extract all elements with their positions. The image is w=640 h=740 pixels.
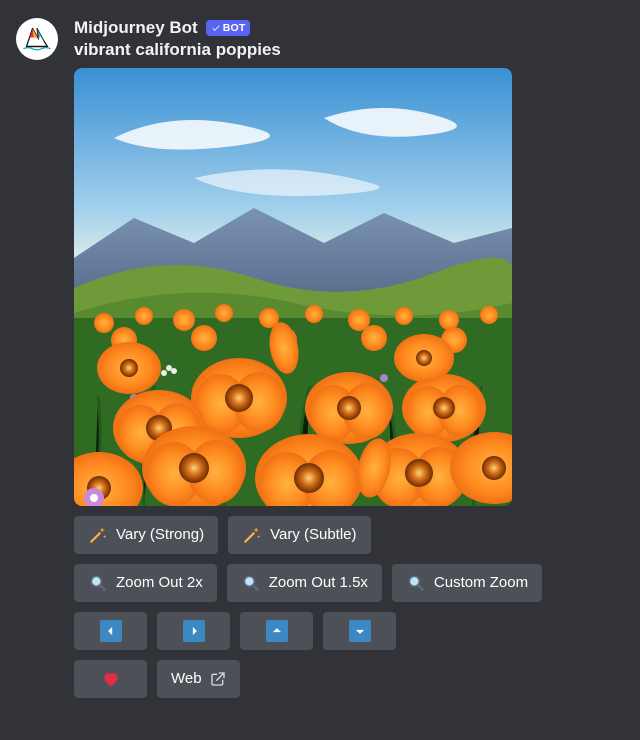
button-row-zoom: Zoom Out 2x Zoom Out 1.5x Custom Zoom [74,564,624,602]
pan-up-button[interactable] [240,612,313,650]
sparkle-wand-icon [242,525,262,545]
message-content: Midjourney Bot BOT vibrant california po… [74,18,624,698]
zoom-out-1-5x-button[interactable]: Zoom Out 1.5x [227,564,382,602]
author-avatar[interactable] [16,18,58,60]
vary-subtle-label: Vary (Subtle) [270,516,356,554]
verified-check-icon [211,23,221,33]
arrow-up-icon [266,620,288,642]
zoom-out-2x-button[interactable]: Zoom Out 2x [74,564,217,602]
button-row-misc: Web [74,660,624,698]
zoom-out-1-5x-label: Zoom Out 1.5x [269,564,368,602]
custom-zoom-label: Custom Zoom [434,564,528,602]
magnifier-icon [241,573,261,593]
pan-down-button[interactable] [323,612,396,650]
author-name[interactable]: Midjourney Bot [74,18,198,38]
arrow-right-icon [183,620,205,642]
magnifier-icon [406,573,426,593]
web-link-button[interactable]: Web [157,660,240,698]
bot-badge: BOT [206,20,251,36]
favorite-button[interactable] [74,660,147,698]
arrow-left-icon [100,620,122,642]
action-buttons: Vary (Strong) Vary (Subtle) Zoom Out 2x [74,516,624,698]
arrow-down-icon [349,620,371,642]
pan-right-button[interactable] [157,612,230,650]
sparkle-wand-icon [88,525,108,545]
custom-zoom-button[interactable]: Custom Zoom [392,564,542,602]
web-label: Web [171,660,202,698]
button-row-vary: Vary (Strong) Vary (Subtle) [74,516,624,554]
vary-strong-label: Vary (Strong) [116,516,204,554]
message: Midjourney Bot BOT vibrant california po… [0,0,640,716]
heart-icon [101,669,121,689]
vary-strong-button[interactable]: Vary (Strong) [74,516,218,554]
vary-subtle-button[interactable]: Vary (Subtle) [228,516,370,554]
prompt-text: vibrant california poppies [74,40,624,60]
pan-left-button[interactable] [74,612,147,650]
external-link-icon [210,671,226,687]
button-row-pan [74,612,624,650]
zoom-out-2x-label: Zoom Out 2x [116,564,203,602]
generated-image[interactable] [74,68,512,506]
magnifier-icon [88,573,108,593]
message-header: Midjourney Bot BOT [74,18,624,38]
bot-badge-text: BOT [223,22,246,34]
midjourney-logo-icon [22,24,52,54]
